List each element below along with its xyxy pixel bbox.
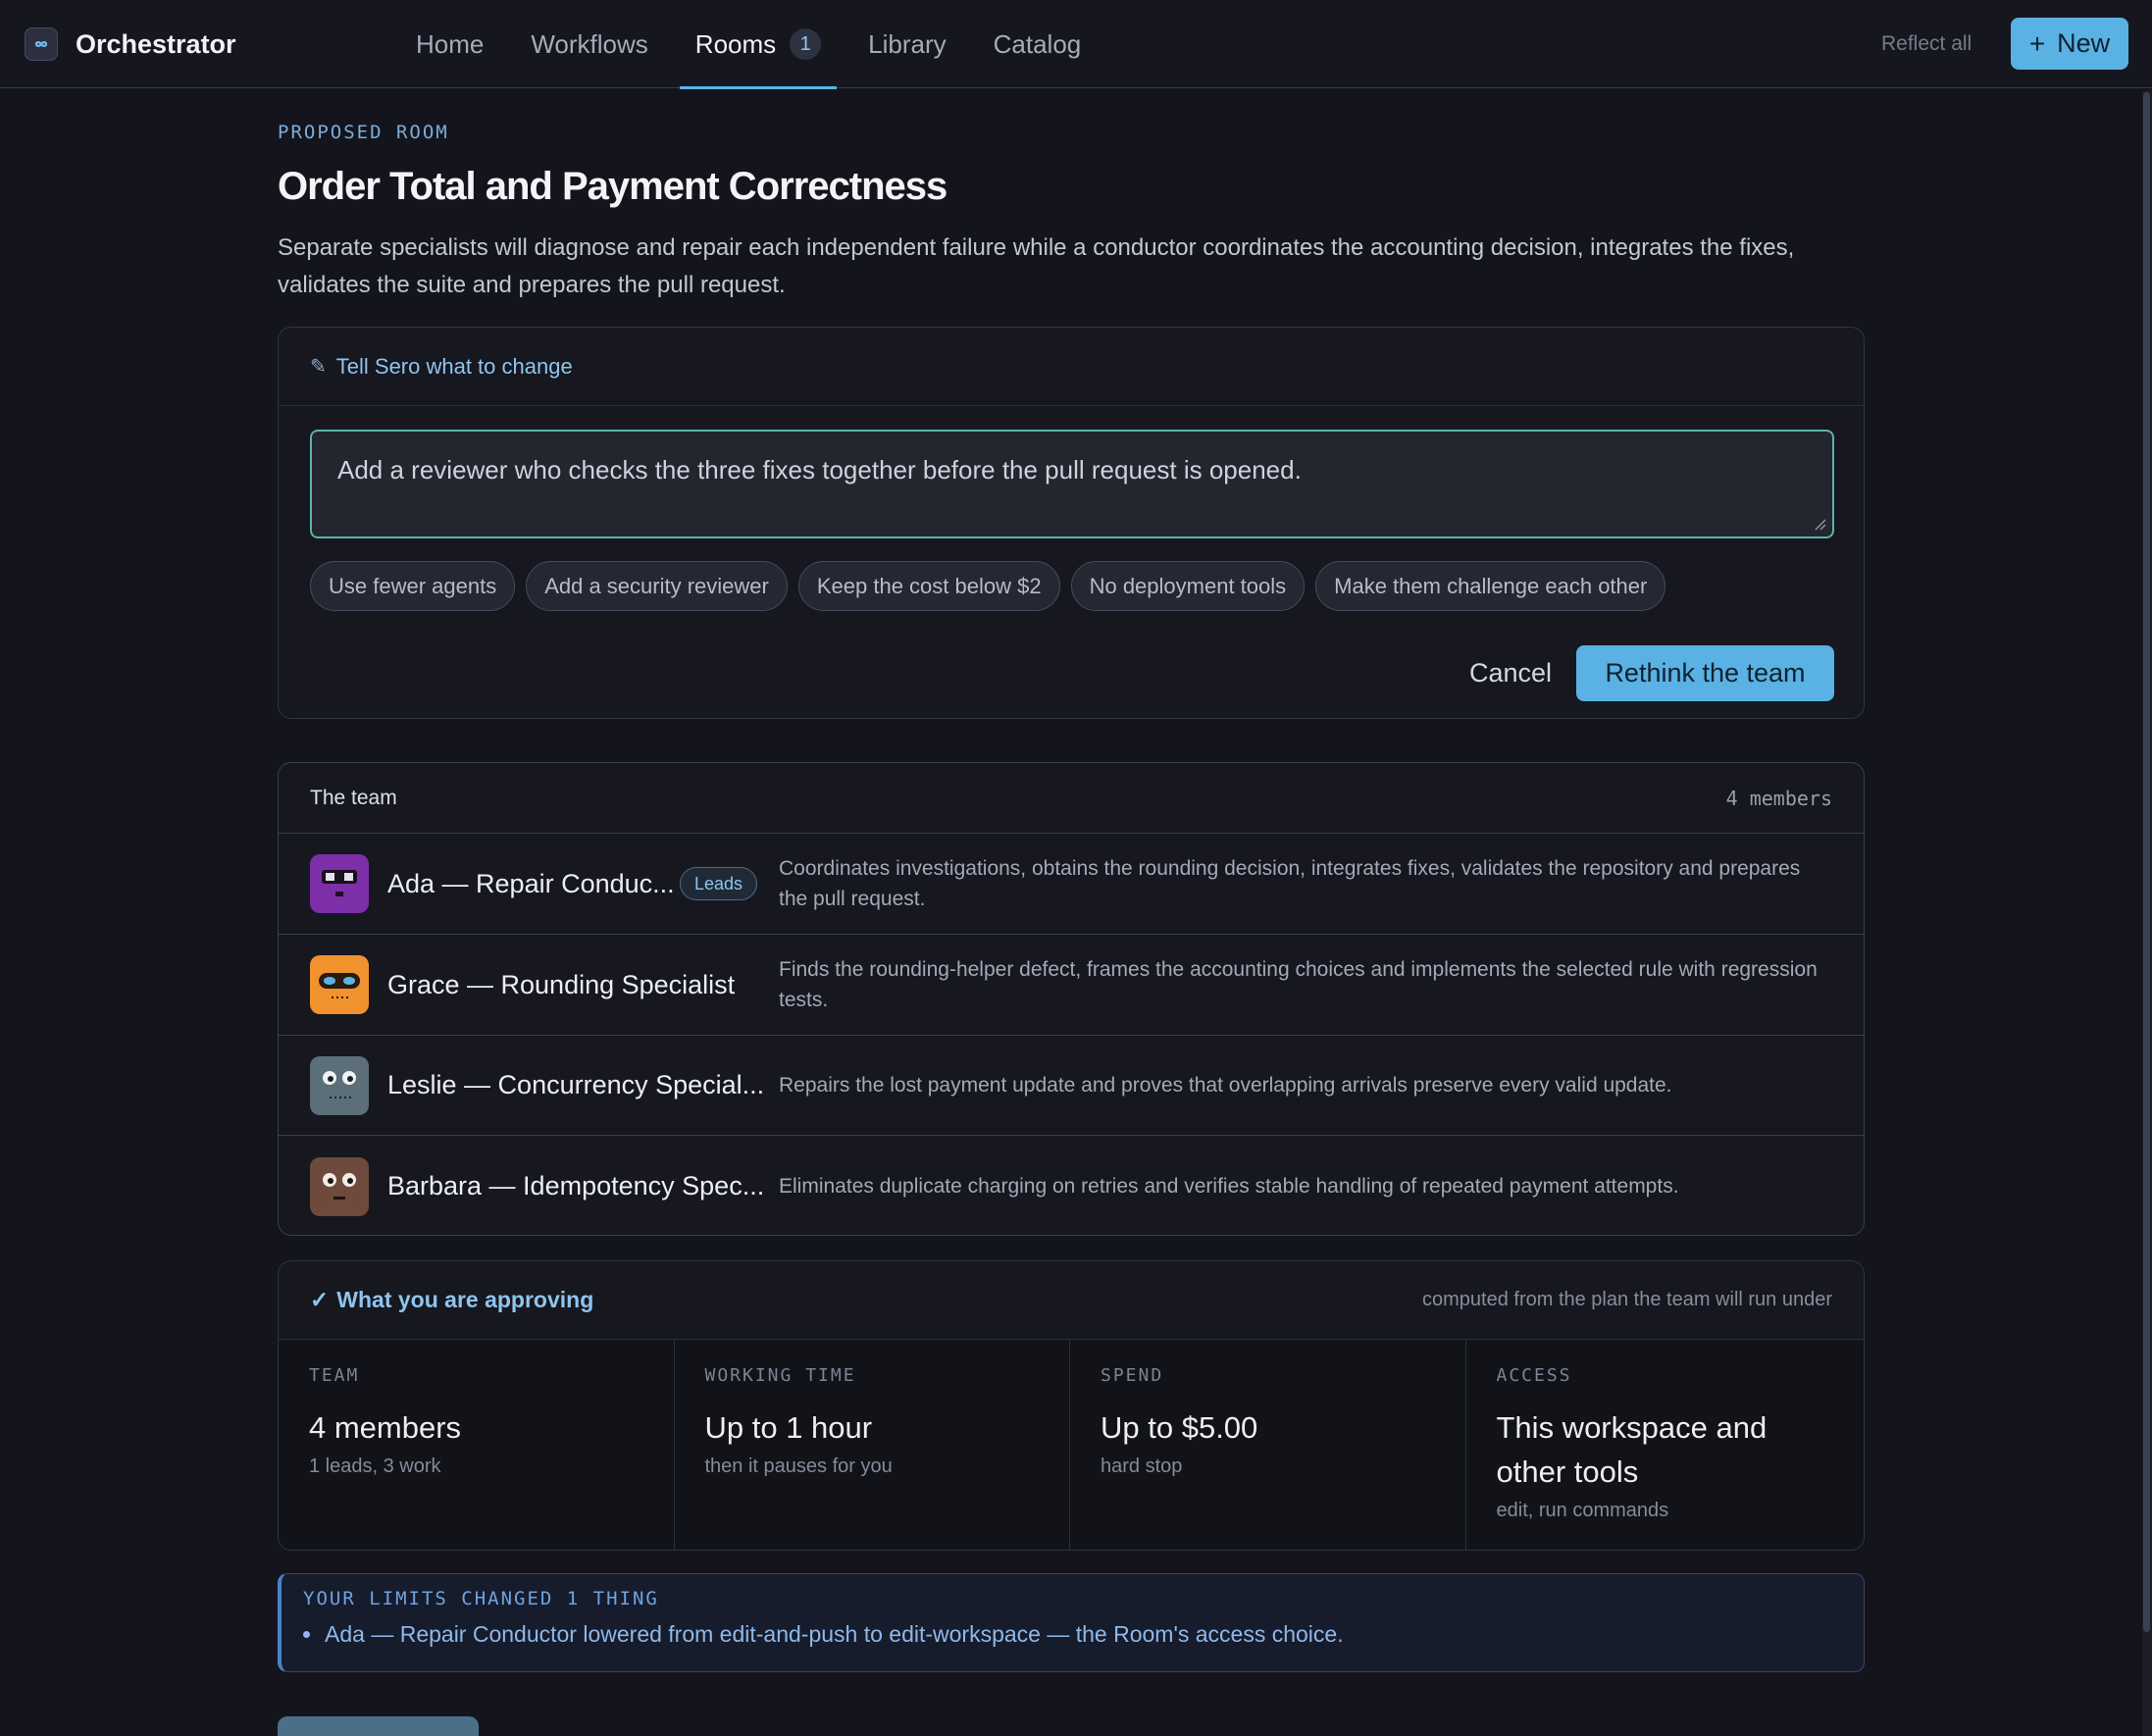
team-panel-header: The team 4 members xyxy=(279,763,1864,834)
approval-summary-panel: ✓ What you are approving computed from th… xyxy=(278,1260,1865,1551)
member-name: Ada — Repair Conduc... xyxy=(387,868,675,898)
nav-library-label: Library xyxy=(868,28,947,59)
team-heading: The team xyxy=(310,786,397,809)
chip-fewer-agents[interactable]: Use fewer agents xyxy=(310,561,516,611)
scrollbar-thumb[interactable] xyxy=(2143,92,2150,1632)
stat-spend: SPEND Up to $5.00 hard stop xyxy=(1070,1340,1466,1550)
suggestion-chips: Use fewer agents Add a security reviewer… xyxy=(310,561,1666,611)
infinity-icon xyxy=(25,27,58,61)
team-member-row[interactable]: Ada — Repair Conduc... Leads Coordinates… xyxy=(279,834,1864,935)
nav-home[interactable]: Home xyxy=(392,0,507,88)
nav-rooms[interactable]: Rooms 1 xyxy=(672,0,845,89)
check-icon: ✓ xyxy=(310,1287,330,1312)
limits-changed-notice: YOUR LIMITS CHANGED 1 THING Ada — Repair… xyxy=(278,1573,1865,1672)
stat-sub: edit, run commands xyxy=(1496,1500,1669,1521)
reflect-all-button[interactable]: Reflect all xyxy=(1881,32,1972,56)
nav-rooms-label: Rooms xyxy=(694,28,777,59)
robot-avatar-purple xyxy=(310,854,369,913)
limits-item-text: Ada — Repair Conductor lowered from edit… xyxy=(325,1621,1344,1647)
stat-value: This workspace and other tools xyxy=(1496,1410,1768,1489)
robot-avatar-slate xyxy=(310,1055,369,1115)
change-request-panel: ✎ Tell Sero what to change Add a reviewe… xyxy=(278,327,1865,719)
nav-catalog-label: Catalog xyxy=(993,28,1082,59)
stat-working-time: WORKING TIME Up to 1 hour then it pauses… xyxy=(674,1340,1070,1550)
approve-button-partial[interactable] xyxy=(278,1716,479,1736)
limits-item: Ada — Repair Conductor lowered from edit… xyxy=(303,1621,1842,1648)
stat-label: WORKING TIME xyxy=(704,1365,856,1386)
chip-challenge[interactable]: Make them challenge each other xyxy=(1315,561,1666,611)
robot-avatar-orange xyxy=(310,955,369,1014)
team-member-count: 4 members xyxy=(1725,786,1832,810)
pencil-icon: ✎ xyxy=(310,356,327,378)
robot-avatar-brown xyxy=(310,1156,369,1216)
room-eyebrow: PROPOSED ROOM xyxy=(278,122,449,143)
nav-catalog[interactable]: Catalog xyxy=(970,0,1105,88)
resize-grip-icon[interactable] xyxy=(1813,517,1826,531)
member-description: Finds the rounding-helper defect, frames… xyxy=(779,958,1818,1011)
chip-security-reviewer[interactable]: Add a security reviewer xyxy=(526,561,788,611)
stat-sub: 1 leads, 3 work xyxy=(309,1455,441,1477)
stat-label: TEAM xyxy=(309,1365,360,1386)
change-request-text: Add a reviewer who checks the three fixe… xyxy=(337,455,1302,485)
stat-label: SPEND xyxy=(1101,1365,1164,1386)
member-description: Eliminates duplicate charging on retries… xyxy=(779,1175,1679,1198)
nav-home-label: Home xyxy=(416,28,485,59)
page-title: Order Total and Payment Correctness xyxy=(278,165,948,208)
stat-sub: then it pauses for you xyxy=(704,1455,893,1477)
bullet-icon xyxy=(303,1631,310,1638)
stat-value: Up to $5.00 xyxy=(1101,1410,1258,1445)
change-panel-title: Tell Sero what to change xyxy=(335,353,573,379)
approval-stats: TEAM 4 members 1 leads, 3 work WORKING T… xyxy=(279,1340,1864,1550)
cancel-button[interactable]: Cancel xyxy=(1456,645,1565,700)
new-button[interactable]: + New xyxy=(2011,18,2128,70)
nav-library[interactable]: Library xyxy=(845,0,969,88)
team-member-row[interactable]: Leslie — Concurrency Special... Repairs … xyxy=(279,1036,1864,1136)
change-panel-header: ✎ Tell Sero what to change xyxy=(279,328,1864,406)
approval-header: ✓ What you are approving computed from th… xyxy=(279,1261,1864,1340)
new-button-label: New xyxy=(2057,28,2111,58)
plus-icon: + xyxy=(2028,27,2046,59)
app-title: Orchestrator xyxy=(76,28,236,59)
approval-heading: What you are approving xyxy=(336,1287,594,1312)
member-name: Barbara — Idempotency Spec... xyxy=(387,1171,765,1200)
stat-sub: hard stop xyxy=(1101,1455,1183,1477)
nav-workflows[interactable]: Workflows xyxy=(507,0,671,88)
main-nav: Home Workflows Rooms 1 Library Catalog xyxy=(392,0,1105,89)
chip-no-deployment[interactable]: No deployment tools xyxy=(1070,561,1306,611)
team-member-row[interactable]: Grace — Rounding Specialist Finds the ro… xyxy=(279,935,1864,1036)
stat-access: ACCESS This workspace and other tools ed… xyxy=(1465,1340,1864,1550)
top-navigation-bar: Orchestrator Home Workflows Rooms 1 Libr… xyxy=(0,0,2152,89)
stat-label: ACCESS xyxy=(1496,1365,1572,1386)
stat-value: Up to 1 hour xyxy=(704,1410,873,1445)
approval-title: ✓ What you are approving xyxy=(310,1287,593,1313)
member-description: Coordinates investigations, obtains the … xyxy=(779,857,1801,910)
rooms-count-badge: 1 xyxy=(790,28,822,60)
member-description: Repairs the lost payment update and prov… xyxy=(779,1074,1672,1097)
leads-badge: Leads xyxy=(680,867,758,900)
stat-team: TEAM 4 members 1 leads, 3 work xyxy=(279,1340,675,1550)
change-request-input[interactable]: Add a reviewer who checks the three fixe… xyxy=(310,430,1834,538)
team-member-row[interactable]: Barbara — Idempotency Spec... Eliminates… xyxy=(279,1136,1864,1235)
member-name: Leslie — Concurrency Special... xyxy=(387,1070,765,1099)
member-name: Grace — Rounding Specialist xyxy=(387,969,736,999)
brand[interactable]: Orchestrator xyxy=(25,27,236,61)
approval-note: computed from the plan the team will run… xyxy=(1422,1289,1832,1310)
chip-cost-limit[interactable]: Keep the cost below $2 xyxy=(797,561,1060,611)
nav-workflows-label: Workflows xyxy=(531,28,648,59)
page-scrollbar[interactable] xyxy=(2142,90,2152,1736)
stat-value: 4 members xyxy=(309,1410,462,1445)
rethink-team-button[interactable]: Rethink the team xyxy=(1576,645,1834,701)
limits-heading: YOUR LIMITS CHANGED 1 THING xyxy=(303,1588,659,1609)
team-panel: The team 4 members Ada — Repair Conduc..… xyxy=(278,762,1865,1236)
room-description: Separate specialists will diagnose and r… xyxy=(278,234,1795,298)
